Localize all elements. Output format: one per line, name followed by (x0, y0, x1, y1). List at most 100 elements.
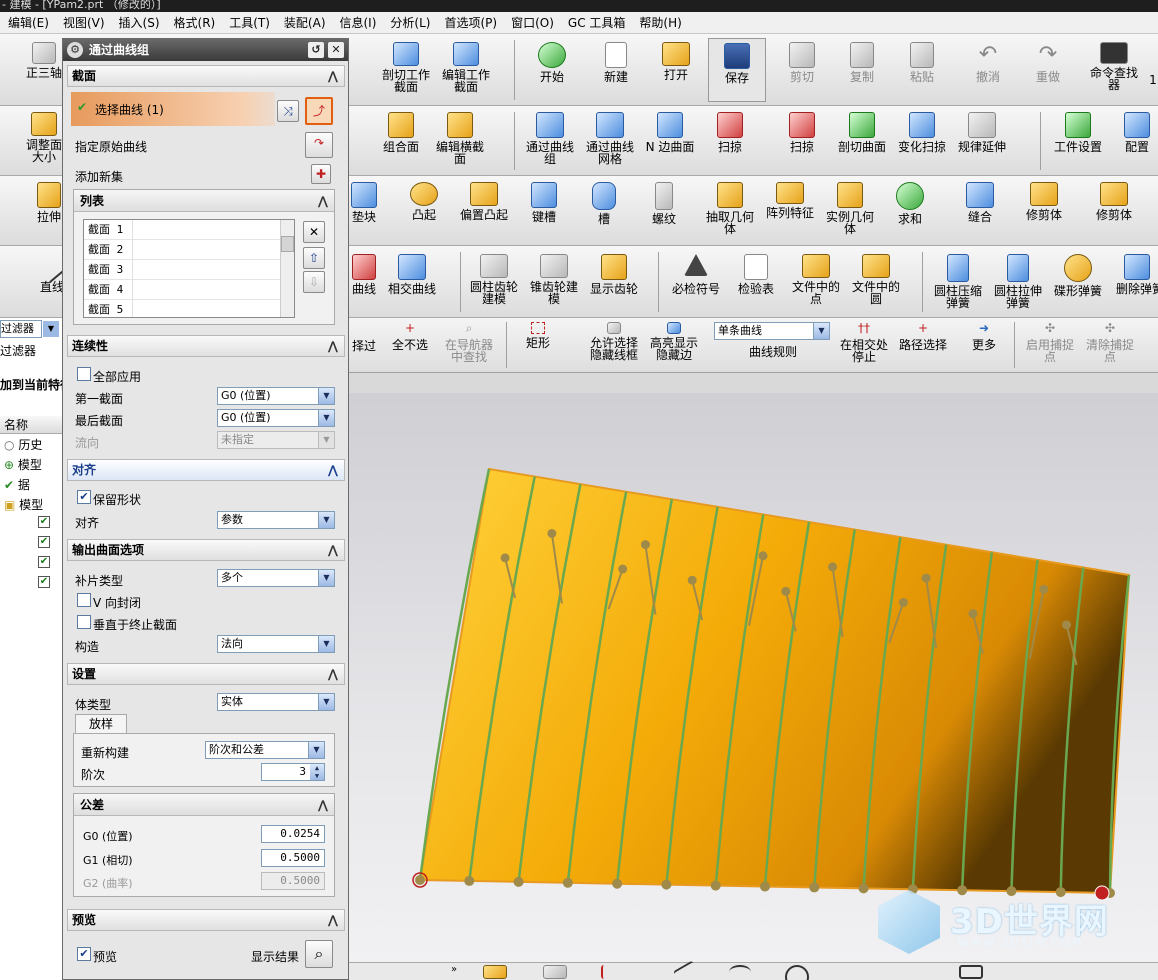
reset-icon[interactable]: ↺ (308, 42, 324, 58)
highlight-hidden-button[interactable]: 高亮显示隐藏边 (646, 322, 702, 361)
flow-dropdown[interactable]: 未指定 ▼ (217, 431, 335, 449)
section-header-preview[interactable]: 预览 ⋀ (67, 909, 345, 931)
inspection-table-button[interactable]: 检验表 (734, 254, 778, 295)
reverse-direction-button[interactable]: ⤨ (277, 100, 299, 122)
point-icon[interactable] (601, 965, 623, 979)
undo-button[interactable]: ↶ 撤消 (966, 42, 1010, 83)
check-symbol-button[interactable]: 必检符号 (668, 254, 724, 295)
tree-item-camera[interactable]: ✔ 据 (4, 476, 30, 493)
line-snap-icon[interactable] (672, 960, 700, 980)
tree-checkbox[interactable]: ✔ (38, 536, 50, 548)
extension-spring-button[interactable]: 圆柱拉伸弹簧 (990, 254, 1046, 309)
find-in-navigator-button[interactable]: ⌕ 在导航器中查找 (440, 322, 498, 363)
sweep-alt-button[interactable]: 扫掠 (778, 112, 826, 153)
spur-gear-button[interactable]: 圆柱齿轮建模 (466, 254, 522, 305)
sweep-button[interactable]: 扫掠 (706, 112, 754, 153)
section-cut-button[interactable]: 剖切工作截面 (378, 42, 434, 93)
close-icon[interactable]: ✕ (328, 42, 344, 58)
save-button[interactable]: 保存 (708, 38, 766, 102)
delete-spring-button[interactable]: 删除弹簧 (1116, 254, 1158, 295)
menu-edit[interactable]: 编辑(E) (8, 14, 49, 31)
degree-spinner[interactable]: 3 ▲ ▼ (261, 763, 325, 781)
tolerance-header[interactable]: 公差 ⋀ (74, 794, 334, 816)
intersection-curve-button[interactable]: 相交曲线 (384, 254, 440, 295)
clear-snap-button[interactable]: ✣ 清除捕捉点 (1082, 322, 1138, 363)
remove-section-button[interactable]: ✕ (303, 221, 325, 243)
list-header[interactable]: 列表 ⋀ (74, 190, 334, 212)
tree-item-model-history[interactable]: ▣ 模型 (4, 496, 43, 513)
curve-rule-dropdown[interactable]: 单条曲线 ▼ (714, 322, 830, 340)
section-header-settings[interactable]: 设置 ⋀ (67, 663, 345, 685)
preserve-shape-checkbox[interactable]: ✔ (77, 490, 91, 504)
apply-all-checkbox[interactable] (77, 367, 91, 381)
rectangle-select-button[interactable]: 矩形 (518, 322, 558, 349)
unite-button[interactable]: 求和 (888, 182, 932, 225)
toolbar-overflow[interactable]: 1 (1148, 74, 1158, 86)
body-type-dropdown[interactable]: 实体 ▼ (217, 693, 335, 711)
select-filter-button[interactable]: 择过 (346, 322, 382, 352)
pattern-feature-button[interactable]: 阵列特征 (764, 182, 816, 219)
emboss-button[interactable]: 凸起 (402, 182, 446, 221)
graphics-viewport[interactable]: 3D世界网 WWW.3DSJW.COM (345, 393, 1158, 980)
show-result-button[interactable]: ⌕ (305, 940, 333, 968)
move-down-button[interactable]: ⇩ (303, 271, 325, 293)
list-item[interactable]: 截面 1 (84, 220, 294, 240)
redo-button[interactable]: ↷ 重做 (1026, 42, 1070, 83)
trim-body-alt-button[interactable]: 修剪体 (1090, 182, 1138, 221)
through-curves-button[interactable]: 通过曲线组 (522, 112, 578, 165)
select-curve-row[interactable]: ✔ 选择曲线 (1) (71, 92, 275, 126)
cut-button[interactable]: 剪切 (780, 42, 824, 83)
new-button[interactable]: 新建 (594, 42, 638, 83)
section-surface-button[interactable]: 剖切曲面 (834, 112, 890, 153)
origin-curve-button[interactable]: ↷ (305, 132, 333, 158)
menu-preferences[interactable]: 首选项(P) (444, 14, 497, 31)
menu-tools[interactable]: 工具(T) (229, 14, 270, 31)
section-header-sections[interactable]: 截面 ⋀ (67, 65, 345, 87)
gear-icon[interactable]: ⚙ (67, 42, 83, 58)
pad-button[interactable]: 垫块 (344, 182, 384, 223)
section-header-continuity[interactable]: 连续性 ⋀ (67, 335, 345, 357)
sew-button[interactable]: 缝合 (958, 182, 1002, 223)
list-item[interactable]: 截面 4 (84, 280, 294, 300)
last-section-dropdown[interactable]: G0 (位置) ▼ (217, 409, 335, 427)
section-header-alignment[interactable]: 对齐 ⋀ (67, 459, 345, 481)
circle-icon[interactable] (785, 965, 809, 980)
list-item[interactable]: 截面 2 (84, 240, 294, 260)
filter-dropdown[interactable]: 过滤器 ▼ (0, 320, 59, 338)
bevel-gear-button[interactable]: 锥齿轮建模 (526, 254, 582, 305)
menu-analysis[interactable]: 分析(L) (390, 14, 430, 31)
display-gear-button[interactable]: 显示齿轮 (586, 254, 642, 295)
deselect-all-button[interactable]: + 全不选 (388, 322, 432, 351)
g2-tolerance-input[interactable]: 0.5000 (261, 872, 325, 890)
points-from-file-button[interactable]: 文件中的点 (788, 254, 844, 305)
menu-help[interactable]: 帮助(H) (639, 14, 681, 31)
tree-checkbox[interactable]: ✔ (38, 576, 50, 588)
v-closed-checkbox[interactable] (77, 593, 91, 607)
resize-face-button[interactable]: 调整面大小 (24, 112, 64, 163)
menu-insert[interactable]: 插入(S) (119, 14, 160, 31)
variational-sweep-button[interactable]: 变化扫掠 (894, 112, 950, 153)
workpiece-setup-button[interactable]: 工件设置 (1050, 112, 1106, 153)
curve-mesh-button[interactable]: 通过曲线网格 (582, 112, 638, 165)
spinner-arrows-icon[interactable]: ▲ ▼ (310, 764, 324, 780)
snap-grid-icon[interactable] (543, 965, 567, 979)
thread-button[interactable]: 螺纹 (644, 182, 684, 225)
menu-assembly[interactable]: 装配(A) (284, 14, 326, 31)
command-finder-button[interactable]: 命令查找器 (1084, 42, 1144, 91)
navigator-header[interactable]: 名称 (0, 416, 63, 434)
copy-button[interactable]: 复制 (840, 42, 884, 83)
disc-spring-button[interactable]: 碟形弹簧 (1052, 254, 1104, 297)
menu-format[interactable]: 格式(R) (174, 14, 216, 31)
list-scrollbar[interactable] (280, 220, 294, 317)
combine-face-button[interactable]: 组合面 (378, 112, 424, 153)
edit-section-button[interactable]: 编辑工作截面 (438, 42, 494, 93)
enable-snap-button[interactable]: ✣ 启用捕捉点 (1022, 322, 1078, 363)
path-select-button[interactable]: + 路径选择 (896, 322, 950, 351)
overflow-icon[interactable]: » (451, 964, 457, 975)
law-extension-button[interactable]: 规律延伸 (954, 112, 1010, 153)
edit-cross-section-button[interactable]: 编辑横截面 (432, 112, 488, 165)
n-sided-surface-button[interactable]: N 边曲面 (642, 112, 698, 153)
configure-button[interactable]: 配置 (1116, 112, 1158, 153)
arc-icon[interactable] (729, 965, 751, 979)
construct-dropdown[interactable]: 法向 ▼ (217, 635, 335, 653)
